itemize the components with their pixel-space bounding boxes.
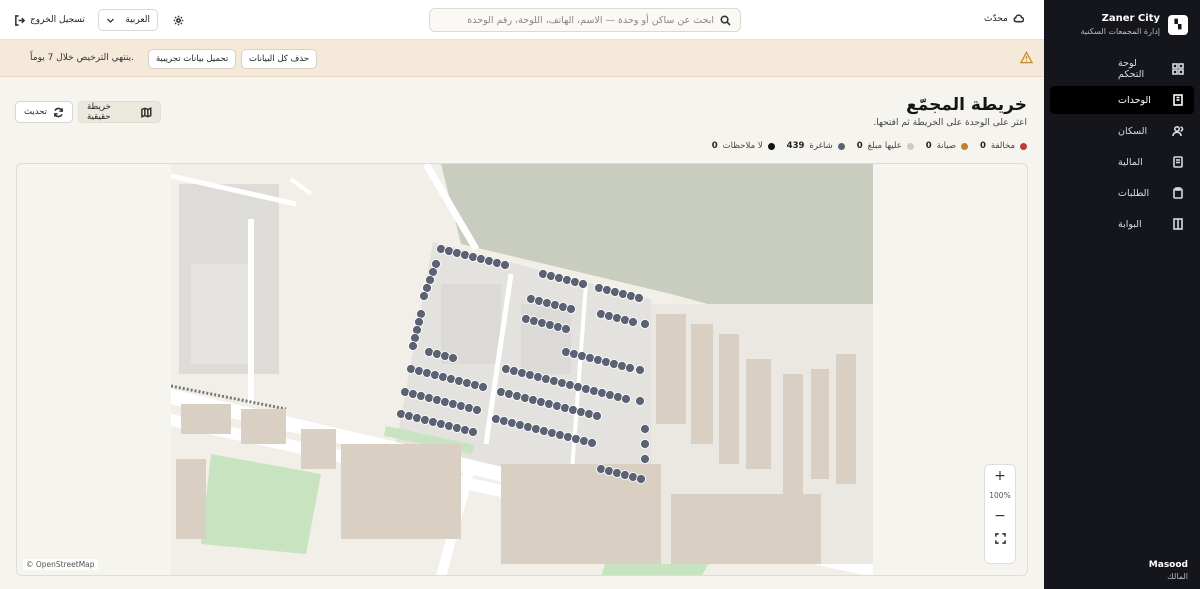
- refresh-button[interactable]: تحديث: [15, 101, 73, 123]
- gear-icon: [173, 15, 183, 25]
- legend-dot: [961, 142, 968, 150]
- users-icon: [1172, 125, 1184, 137]
- language-select[interactable]: العربية: [98, 9, 158, 31]
- legend-dot: [767, 142, 775, 150]
- user-name: Masood: [1148, 560, 1188, 570]
- zoom-in-button[interactable]: +: [984, 465, 1016, 487]
- invoice-icon: [1173, 156, 1183, 168]
- map-legend: مخالفة 0 صيانة 0 عليها مبلغ 0 شاغرة 439 …: [712, 141, 1027, 151]
- brand-subtitle: إدارة المجمعات السكنية: [1080, 27, 1160, 36]
- legend-dot: [837, 142, 845, 150]
- refresh-label: تحديث: [24, 107, 48, 117]
- clipboard-icon: [1173, 187, 1183, 199]
- sidebar: ▚ Zaner City إدارة المجمعات السكنية لوحة…: [1044, 0, 1200, 589]
- map-tiles[interactable]: [171, 164, 873, 576]
- legend-label: شاغرة: [809, 141, 833, 151]
- sync-status: محدّث: [984, 13, 1024, 24]
- sidebar-item-label: المالية: [1118, 156, 1143, 168]
- legend-label: عليها مبلغ: [867, 141, 902, 151]
- search-input[interactable]: ابحث عن ساكن أو وحدة — الاسم، الهاتف، ال…: [429, 8, 741, 32]
- legend-dot: [906, 142, 914, 150]
- fullscreen-icon: [994, 532, 1006, 544]
- sidebar-item-residents[interactable]: السكان: [1050, 117, 1194, 145]
- sidebar-item-label: البوابة: [1118, 218, 1142, 230]
- search-icon: [720, 15, 731, 26]
- legend-count: 0: [711, 141, 718, 151]
- sidebar-item-label: الطلبات: [1118, 187, 1150, 199]
- language-value: العربية: [125, 15, 150, 25]
- real-map-label: خريطة حقيقية: [87, 102, 111, 122]
- legend-label: صيانة: [936, 141, 956, 151]
- map-icon: [141, 106, 152, 118]
- legend-count: 0: [856, 141, 863, 151]
- legend-count: 0: [925, 141, 932, 151]
- compound-map[interactable]: + 100% − © OpenStreetMap: [16, 163, 1028, 576]
- warning-icon: [1020, 51, 1033, 64]
- legend-item-maintenance: صيانة 0: [926, 141, 968, 151]
- sidebar-item-units[interactable]: الوحدات: [1050, 86, 1194, 114]
- legend-item-no-notes: لا ملاحظات 0: [712, 141, 775, 151]
- legend-label: لا ملاحظات: [722, 141, 763, 151]
- user-role: المالك: [1167, 572, 1188, 581]
- license-warning-bar: حذف كل البيانات تحميل بيانات تجريبية .ين…: [0, 40, 1044, 77]
- zoom-out-button[interactable]: −: [984, 505, 1016, 527]
- brand-logo-icon: ▚: [1168, 15, 1188, 35]
- legend-item-violation: مخالفة 0: [980, 141, 1027, 151]
- gate-icon: [1173, 218, 1183, 230]
- legend-count: 0: [980, 141, 986, 151]
- logout-button[interactable]: تسجيل الخروج: [14, 9, 85, 31]
- map-attribution[interactable]: © OpenStreetMap: [23, 559, 98, 570]
- sidebar-item-label: لوحة التحكم: [1118, 58, 1145, 80]
- delete-all-data-button[interactable]: حذف كل البيانات: [241, 49, 318, 69]
- chevron-down-icon: [107, 18, 114, 23]
- logout-label: تسجيل الخروج: [30, 15, 85, 25]
- building-icon: [1173, 94, 1183, 106]
- dashboard-icon: [1172, 63, 1184, 75]
- search-placeholder: ابحث عن ساكن أو وحدة — الاسم، الهاتف، ال…: [467, 14, 714, 26]
- sidebar-item-requests[interactable]: الطلبات: [1050, 179, 1194, 207]
- zoom-level: 100%: [989, 491, 1011, 500]
- logout-icon: [15, 14, 25, 26]
- brand: ▚ Zaner City إدارة المجمعات السكنية: [1081, 12, 1188, 38]
- legend-count: 439: [786, 141, 805, 151]
- page-title: خريطة المجمّع: [906, 95, 1027, 115]
- sync-status-label: محدّث: [984, 13, 1008, 24]
- legend-item-vacant: شاغرة 439: [787, 141, 845, 151]
- top-bar: تسجيل الخروج العربية ابحث عن ساكن أو وحد…: [0, 0, 1044, 40]
- sidebar-item-finance[interactable]: المالية: [1050, 148, 1194, 176]
- legend-item-balance-due: عليها مبلغ 0: [857, 141, 914, 151]
- legend-label: مخالفة: [990, 141, 1015, 151]
- sidebar-item-gate[interactable]: البوابة: [1050, 210, 1194, 238]
- refresh-icon: [54, 107, 63, 117]
- sidebar-nav: لوحة التحكم الوحدات السكان المالية الطلب…: [1050, 55, 1194, 241]
- cloud-icon: [1013, 14, 1024, 23]
- page-subtitle: اعثر على الوحدة على الخريطة ثم افتحها.: [873, 118, 1027, 128]
- brand-name: Zaner City: [1101, 13, 1160, 24]
- settings-button[interactable]: [170, 9, 186, 31]
- real-map-button[interactable]: خريطة حقيقية: [78, 101, 161, 123]
- sidebar-item-dashboard[interactable]: لوحة التحكم: [1050, 55, 1194, 83]
- fullscreen-button[interactable]: [984, 527, 1016, 549]
- sidebar-item-label: السكان: [1118, 125, 1148, 137]
- legend-dot: [1020, 142, 1027, 150]
- sidebar-item-label: الوحدات: [1118, 94, 1151, 106]
- license-warning-text: .ينتهي الترخيص خلال 7 يوماً: [30, 53, 135, 63]
- map-zoom-controls: + 100% −: [984, 464, 1016, 564]
- load-sample-data-button[interactable]: تحميل بيانات تجريبية: [148, 49, 237, 69]
- user-profile[interactable]: Masood المالك: [1149, 559, 1188, 583]
